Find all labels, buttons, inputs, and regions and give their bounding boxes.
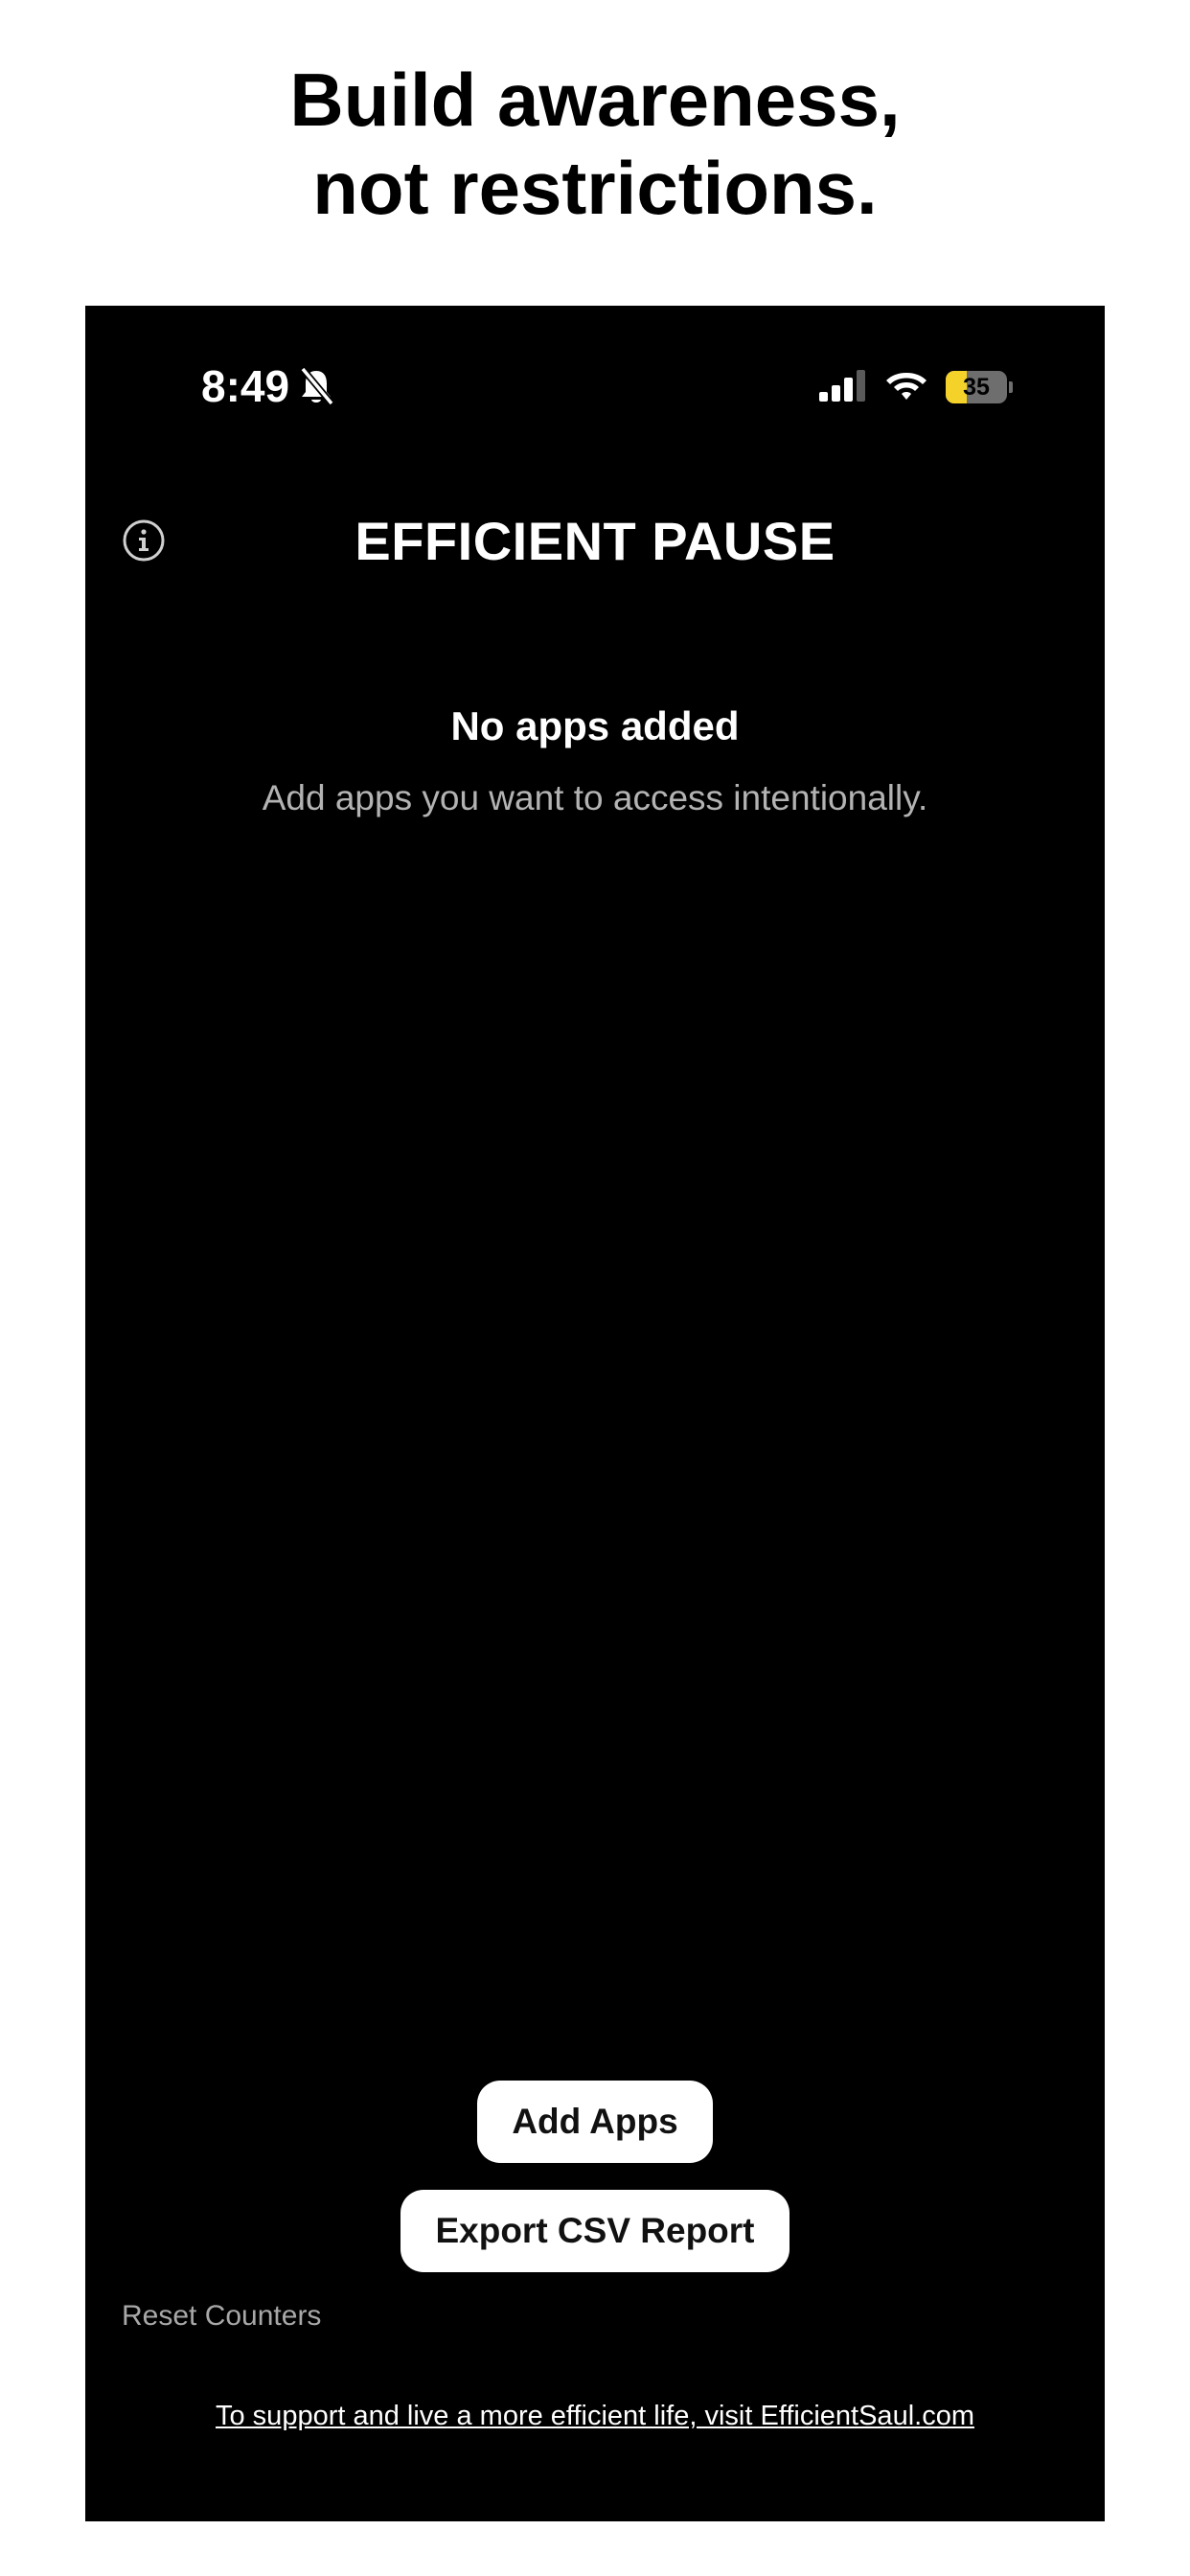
add-apps-button[interactable]: Add Apps: [477, 2081, 713, 2163]
headline-line-1: Build awareness,: [289, 58, 901, 142]
empty-state-subtitle: Add apps you want to access intentionall…: [262, 778, 928, 817]
battery-charging-icon: 35: [946, 371, 1013, 403]
support-website-link[interactable]: To support and live a more efficient lif…: [85, 2398, 1105, 2434]
headline-line-2: not restrictions.: [312, 146, 878, 230]
status-bar-time: 8:49: [201, 359, 335, 413]
phone-screen: 8:49 35 EFFICIENT PAUSE No apps added Ad…: [85, 306, 1105, 2521]
signal-icon: [819, 369, 867, 406]
marketing-headline: Build awareness, not restrictions.: [0, 56, 1190, 232]
empty-state-title: No apps added: [450, 703, 740, 748]
bell-slash-icon: [297, 365, 335, 407]
battery-nub: [1009, 381, 1013, 393]
export-csv-button[interactable]: Export CSV Report: [400, 2190, 790, 2272]
page-title: EFFICIENT PAUSE: [355, 511, 835, 571]
wifi-icon: [884, 369, 928, 406]
battery-level-text: 35: [963, 374, 990, 401]
clock-text: 8:49: [201, 361, 290, 411]
status-bar-indicators: 35: [819, 367, 1013, 407]
battery-body: 35: [946, 371, 1007, 403]
reset-counters-button[interactable]: Reset Counters: [122, 2298, 321, 2334]
